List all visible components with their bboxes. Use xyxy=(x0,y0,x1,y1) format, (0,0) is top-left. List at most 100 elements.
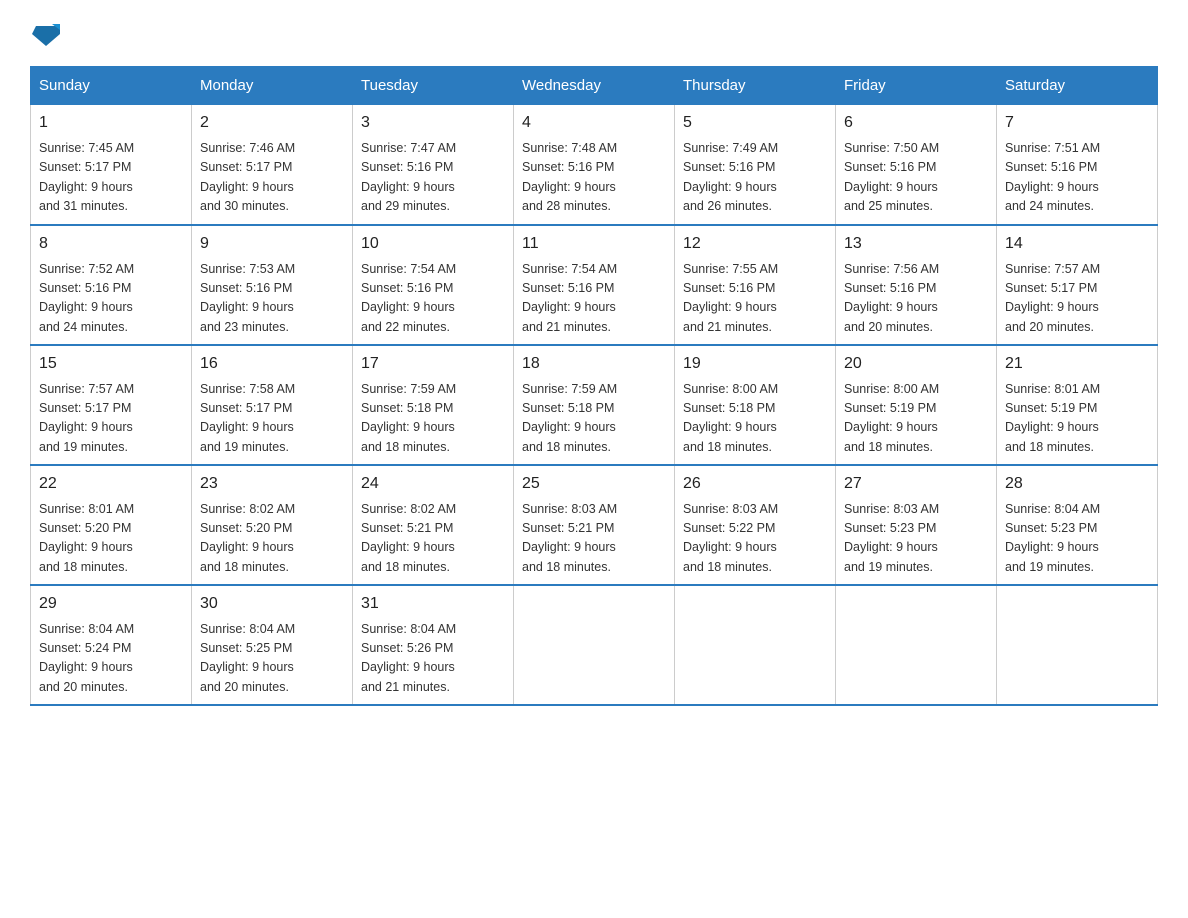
day-info: Sunrise: 7:50 AMSunset: 5:16 PMDaylight:… xyxy=(844,139,988,217)
day-number: 20 xyxy=(844,352,988,376)
day-info: Sunrise: 7:56 AMSunset: 5:16 PMDaylight:… xyxy=(844,260,988,338)
day-number: 27 xyxy=(844,472,988,496)
table-row: 12 Sunrise: 7:55 AMSunset: 5:16 PMDaylig… xyxy=(675,225,836,345)
table-row: 16 Sunrise: 7:58 AMSunset: 5:17 PMDaylig… xyxy=(192,345,353,465)
table-row: 10 Sunrise: 7:54 AMSunset: 5:16 PMDaylig… xyxy=(353,225,514,345)
day-number: 14 xyxy=(1005,232,1149,256)
logo-icon xyxy=(32,20,60,48)
calendar-week-3: 15 Sunrise: 7:57 AMSunset: 5:17 PMDaylig… xyxy=(31,345,1158,465)
col-sunday: Sunday xyxy=(31,67,192,105)
logo xyxy=(30,20,60,48)
day-number: 25 xyxy=(522,472,666,496)
table-row: 7 Sunrise: 7:51 AMSunset: 5:16 PMDayligh… xyxy=(997,105,1158,225)
day-info: Sunrise: 8:02 AMSunset: 5:20 PMDaylight:… xyxy=(200,500,344,578)
day-info: Sunrise: 7:59 AMSunset: 5:18 PMDaylight:… xyxy=(361,380,505,458)
day-number: 18 xyxy=(522,352,666,376)
day-info: Sunrise: 7:48 AMSunset: 5:16 PMDaylight:… xyxy=(522,139,666,217)
day-info: Sunrise: 8:01 AMSunset: 5:20 PMDaylight:… xyxy=(39,500,183,578)
day-number: 19 xyxy=(683,352,827,376)
day-number: 29 xyxy=(39,592,183,616)
day-info: Sunrise: 8:03 AMSunset: 5:22 PMDaylight:… xyxy=(683,500,827,578)
day-info: Sunrise: 8:00 AMSunset: 5:19 PMDaylight:… xyxy=(844,380,988,458)
day-info: Sunrise: 8:00 AMSunset: 5:18 PMDaylight:… xyxy=(683,380,827,458)
day-number: 13 xyxy=(844,232,988,256)
col-saturday: Saturday xyxy=(997,67,1158,105)
table-row: 17 Sunrise: 7:59 AMSunset: 5:18 PMDaylig… xyxy=(353,345,514,465)
day-number: 5 xyxy=(683,111,827,135)
calendar-table: Sunday Monday Tuesday Wednesday Thursday… xyxy=(30,66,1158,706)
table-row: 3 Sunrise: 7:47 AMSunset: 5:16 PMDayligh… xyxy=(353,105,514,225)
calendar-body: 1 Sunrise: 7:45 AMSunset: 5:17 PMDayligh… xyxy=(31,105,1158,705)
table-row: 6 Sunrise: 7:50 AMSunset: 5:16 PMDayligh… xyxy=(836,105,997,225)
day-info: Sunrise: 8:04 AMSunset: 5:24 PMDaylight:… xyxy=(39,620,183,698)
day-number: 6 xyxy=(844,111,988,135)
table-row: 11 Sunrise: 7:54 AMSunset: 5:16 PMDaylig… xyxy=(514,225,675,345)
day-number: 15 xyxy=(39,352,183,376)
col-wednesday: Wednesday xyxy=(514,67,675,105)
col-thursday: Thursday xyxy=(675,67,836,105)
day-number: 7 xyxy=(1005,111,1149,135)
calendar-week-2: 8 Sunrise: 7:52 AMSunset: 5:16 PMDayligh… xyxy=(31,225,1158,345)
table-row: 31 Sunrise: 8:04 AMSunset: 5:26 PMDaylig… xyxy=(353,585,514,705)
day-info: Sunrise: 7:54 AMSunset: 5:16 PMDaylight:… xyxy=(522,260,666,338)
table-row: 27 Sunrise: 8:03 AMSunset: 5:23 PMDaylig… xyxy=(836,465,997,585)
day-info: Sunrise: 8:04 AMSunset: 5:25 PMDaylight:… xyxy=(200,620,344,698)
day-number: 28 xyxy=(1005,472,1149,496)
day-number: 11 xyxy=(522,232,666,256)
col-friday: Friday xyxy=(836,67,997,105)
col-tuesday: Tuesday xyxy=(353,67,514,105)
table-row xyxy=(997,585,1158,705)
day-number: 8 xyxy=(39,232,183,256)
day-info: Sunrise: 7:52 AMSunset: 5:16 PMDaylight:… xyxy=(39,260,183,338)
table-row xyxy=(514,585,675,705)
table-row: 9 Sunrise: 7:53 AMSunset: 5:16 PMDayligh… xyxy=(192,225,353,345)
table-row: 5 Sunrise: 7:49 AMSunset: 5:16 PMDayligh… xyxy=(675,105,836,225)
day-number: 31 xyxy=(361,592,505,616)
day-number: 17 xyxy=(361,352,505,376)
day-info: Sunrise: 7:57 AMSunset: 5:17 PMDaylight:… xyxy=(39,380,183,458)
day-number: 21 xyxy=(1005,352,1149,376)
day-info: Sunrise: 7:55 AMSunset: 5:16 PMDaylight:… xyxy=(683,260,827,338)
day-info: Sunrise: 7:53 AMSunset: 5:16 PMDaylight:… xyxy=(200,260,344,338)
day-number: 23 xyxy=(200,472,344,496)
table-row xyxy=(675,585,836,705)
day-info: Sunrise: 8:04 AMSunset: 5:26 PMDaylight:… xyxy=(361,620,505,698)
day-info: Sunrise: 7:59 AMSunset: 5:18 PMDaylight:… xyxy=(522,380,666,458)
table-row: 20 Sunrise: 8:00 AMSunset: 5:19 PMDaylig… xyxy=(836,345,997,465)
table-row: 1 Sunrise: 7:45 AMSunset: 5:17 PMDayligh… xyxy=(31,105,192,225)
day-info: Sunrise: 7:47 AMSunset: 5:16 PMDaylight:… xyxy=(361,139,505,217)
table-row: 13 Sunrise: 7:56 AMSunset: 5:16 PMDaylig… xyxy=(836,225,997,345)
day-info: Sunrise: 7:51 AMSunset: 5:16 PMDaylight:… xyxy=(1005,139,1149,217)
day-info: Sunrise: 7:57 AMSunset: 5:17 PMDaylight:… xyxy=(1005,260,1149,338)
calendar-header: Sunday Monday Tuesday Wednesday Thursday… xyxy=(31,67,1158,105)
day-number: 4 xyxy=(522,111,666,135)
day-number: 30 xyxy=(200,592,344,616)
table-row: 22 Sunrise: 8:01 AMSunset: 5:20 PMDaylig… xyxy=(31,465,192,585)
col-monday: Monday xyxy=(192,67,353,105)
day-info: Sunrise: 8:03 AMSunset: 5:23 PMDaylight:… xyxy=(844,500,988,578)
day-number: 2 xyxy=(200,111,344,135)
table-row: 30 Sunrise: 8:04 AMSunset: 5:25 PMDaylig… xyxy=(192,585,353,705)
page-header xyxy=(30,20,1158,48)
table-row: 21 Sunrise: 8:01 AMSunset: 5:19 PMDaylig… xyxy=(997,345,1158,465)
day-number: 3 xyxy=(361,111,505,135)
table-row: 24 Sunrise: 8:02 AMSunset: 5:21 PMDaylig… xyxy=(353,465,514,585)
day-info: Sunrise: 7:46 AMSunset: 5:17 PMDaylight:… xyxy=(200,139,344,217)
calendar-week-1: 1 Sunrise: 7:45 AMSunset: 5:17 PMDayligh… xyxy=(31,105,1158,225)
day-number: 16 xyxy=(200,352,344,376)
day-number: 26 xyxy=(683,472,827,496)
table-row: 18 Sunrise: 7:59 AMSunset: 5:18 PMDaylig… xyxy=(514,345,675,465)
table-row xyxy=(836,585,997,705)
table-row: 19 Sunrise: 8:00 AMSunset: 5:18 PMDaylig… xyxy=(675,345,836,465)
day-number: 9 xyxy=(200,232,344,256)
calendar-week-5: 29 Sunrise: 8:04 AMSunset: 5:24 PMDaylig… xyxy=(31,585,1158,705)
day-number: 22 xyxy=(39,472,183,496)
day-info: Sunrise: 8:02 AMSunset: 5:21 PMDaylight:… xyxy=(361,500,505,578)
table-row: 2 Sunrise: 7:46 AMSunset: 5:17 PMDayligh… xyxy=(192,105,353,225)
day-info: Sunrise: 8:03 AMSunset: 5:21 PMDaylight:… xyxy=(522,500,666,578)
table-row: 23 Sunrise: 8:02 AMSunset: 5:20 PMDaylig… xyxy=(192,465,353,585)
day-info: Sunrise: 7:54 AMSunset: 5:16 PMDaylight:… xyxy=(361,260,505,338)
header-row: Sunday Monday Tuesday Wednesday Thursday… xyxy=(31,67,1158,105)
day-number: 24 xyxy=(361,472,505,496)
day-number: 12 xyxy=(683,232,827,256)
